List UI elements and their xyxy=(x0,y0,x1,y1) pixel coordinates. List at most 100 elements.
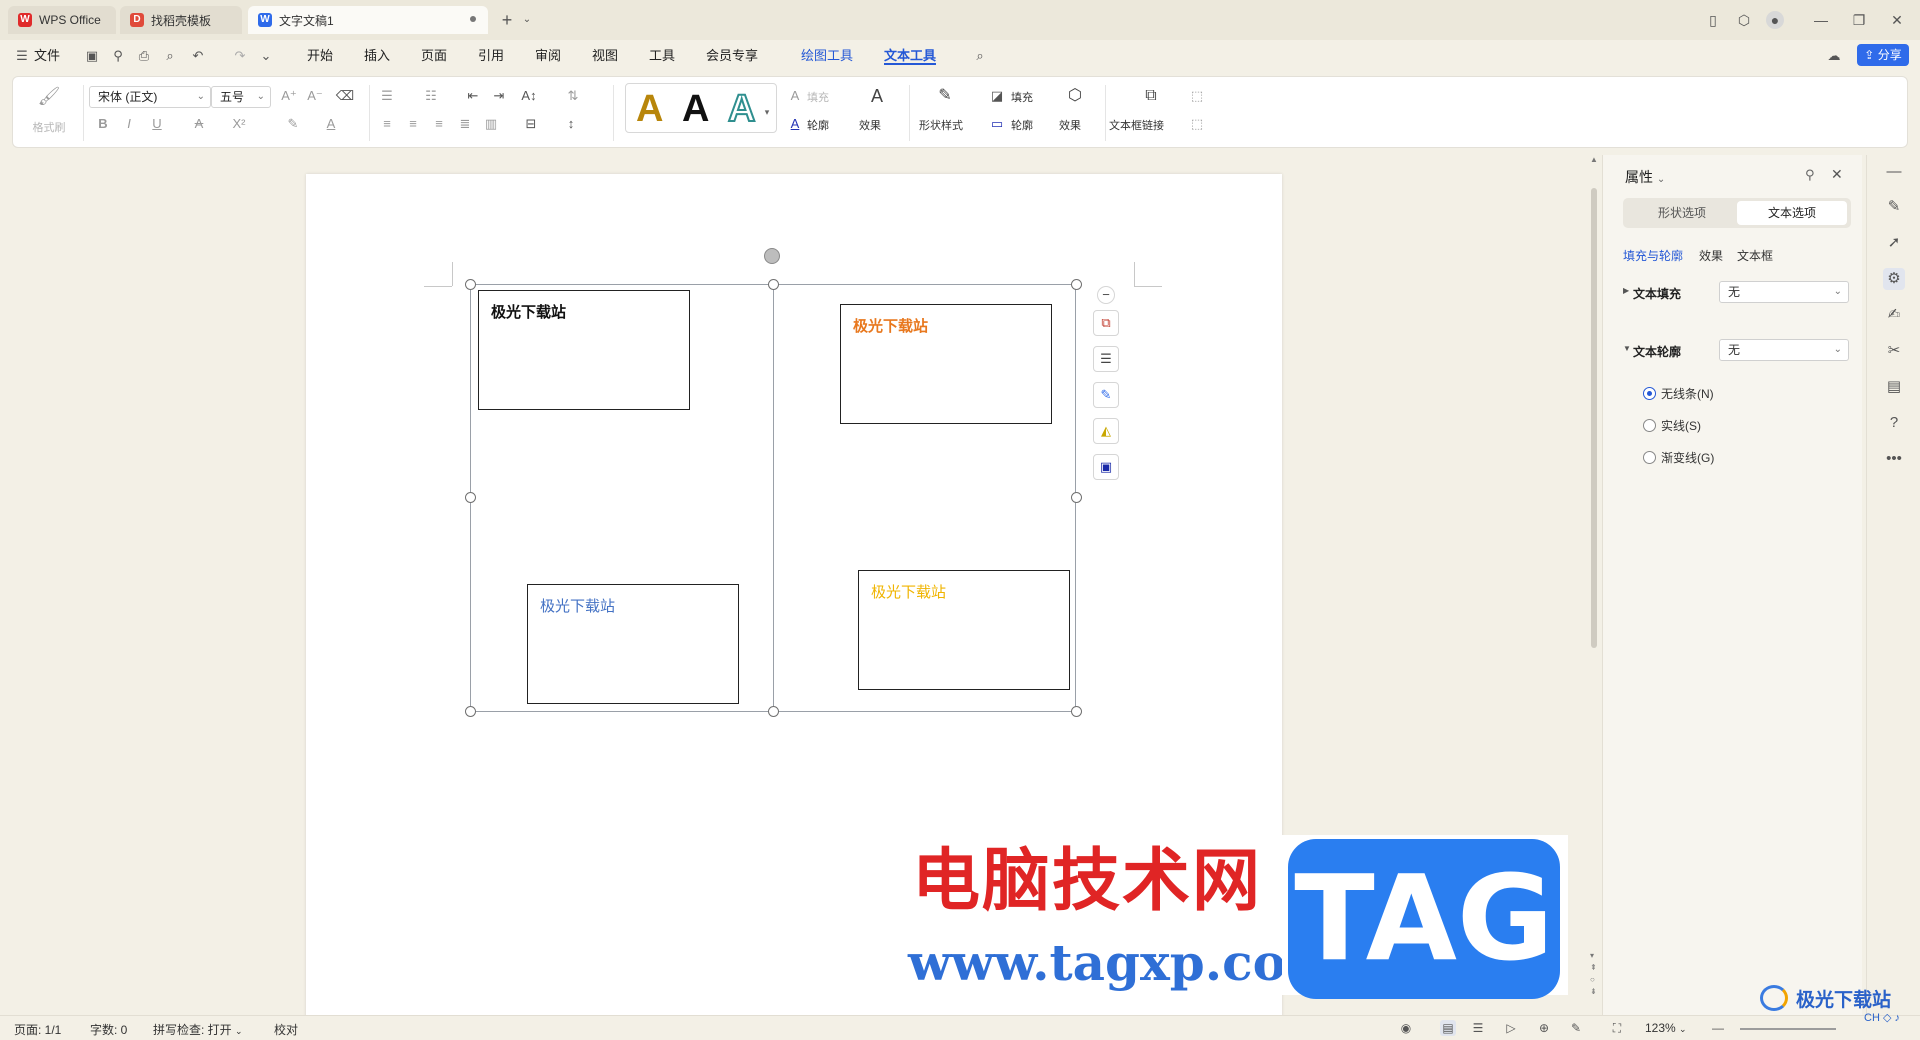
strikethrough-icon[interactable]: A xyxy=(189,115,209,133)
cube-icon[interactable]: ⬡ xyxy=(1735,11,1753,29)
shrink-font-icon[interactable]: A⁻ xyxy=(305,87,325,105)
tab-shape-options[interactable]: 形状选项 xyxy=(1627,201,1737,225)
decrease-indent-icon[interactable]: ⇤ xyxy=(463,87,483,105)
text-box-text[interactable]: 极光下载站 xyxy=(853,315,928,336)
tab-docer-templates[interactable]: D 找稻壳模板 xyxy=(120,6,242,34)
menu-text-tools[interactable]: 文本工具 xyxy=(884,47,937,65)
resize-handle[interactable] xyxy=(768,706,779,717)
text-outline-label[interactable]: 轮廓 xyxy=(807,117,829,133)
search-icon[interactable]: ⌕ xyxy=(972,48,988,64)
textbox-link-icon[interactable]: ⧉ xyxy=(1141,87,1161,105)
underline-icon[interactable]: U xyxy=(147,115,167,133)
text-direction-icon[interactable]: A↕ xyxy=(519,87,539,105)
scroll-up-icon[interactable]: ▲ xyxy=(1590,155,1598,164)
zoom-out-icon[interactable]: — xyxy=(1710,1020,1726,1036)
sort-icon[interactable]: ⇅ xyxy=(563,87,583,105)
layer-order-icon[interactable]: ⧉ xyxy=(1093,310,1119,336)
resize-handle[interactable] xyxy=(1071,492,1082,503)
print-icon[interactable]: ⎙ xyxy=(136,48,152,64)
text-box-2[interactable]: 极光下载站 xyxy=(840,304,1052,424)
text-outline-icon[interactable]: A xyxy=(785,115,805,133)
menu-tools[interactable]: 工具 xyxy=(649,47,675,65)
text-fill-select[interactable]: 无 ⌄ xyxy=(1719,281,1849,303)
highlight-icon[interactable]: ✎ xyxy=(283,115,303,133)
bullets-icon[interactable]: ☰ xyxy=(377,87,397,105)
minimize-icon[interactable]: — xyxy=(1812,11,1830,29)
page-view-icon[interactable]: ▤ xyxy=(1440,1020,1456,1036)
wordart-style-black[interactable]: A xyxy=(682,88,709,130)
play-icon[interactable]: ▷ xyxy=(1503,1020,1519,1036)
menu-insert[interactable]: 插入 xyxy=(364,47,390,65)
shape-effect-icon[interactable]: ⬡ xyxy=(1065,87,1085,105)
eye-protection-icon[interactable]: ◉ xyxy=(1398,1020,1414,1036)
text-box-1[interactable]: 极光下载站 xyxy=(478,290,690,410)
scrollbar-thumb[interactable] xyxy=(1591,188,1597,648)
expand-arrow-icon[interactable]: ▶ xyxy=(1623,286,1629,295)
menu-home[interactable]: 开始 xyxy=(307,47,333,65)
font-size-select[interactable]: 五号 ⌄ xyxy=(211,86,271,108)
text-fill-icon[interactable]: A xyxy=(785,87,805,105)
gallery-expand-icon[interactable]: ▾ xyxy=(757,103,777,121)
collapse-toolbar-button[interactable]: − xyxy=(1097,286,1115,304)
menu-review[interactable]: 审阅 xyxy=(535,47,561,65)
resize-handle[interactable] xyxy=(1071,279,1082,290)
radio-solid-line[interactable]: 实线(S) xyxy=(1643,417,1701,434)
scroll-nav-icon[interactable]: ▾ ⇞ ○ ⇟ xyxy=(1590,950,1597,998)
text-effect-label[interactable]: 效果 xyxy=(859,117,881,133)
web-view-icon[interactable]: ⊕ xyxy=(1536,1020,1552,1036)
tab-wps-office[interactable]: W WPS Office xyxy=(8,6,116,34)
help-icon[interactable]: ? xyxy=(1883,412,1905,434)
radio-icon[interactable] xyxy=(1643,419,1656,432)
undo-icon[interactable]: ↶ xyxy=(190,48,206,64)
avatar[interactable]: ● xyxy=(1766,11,1784,29)
shape-style-icon[interactable]: ✎ xyxy=(935,87,955,105)
link-icon[interactable]: ⚲ xyxy=(110,48,126,64)
pen-mode-icon[interactable]: ✎ xyxy=(1568,1020,1584,1036)
menu-file[interactable]: 文件 xyxy=(34,47,60,65)
subtab-fill-outline[interactable]: 填充与轮廓 xyxy=(1623,247,1683,264)
menu-member[interactable]: 会员专享 xyxy=(706,47,758,65)
subtab-textbox[interactable]: 文本框 xyxy=(1737,247,1773,264)
reading-icon[interactable]: ▤ xyxy=(1883,376,1905,398)
edit-pen-icon[interactable]: ✎ xyxy=(1093,382,1119,408)
outline-box-icon[interactable]: ▣ xyxy=(1093,454,1119,480)
align-left-icon[interactable]: ≡ xyxy=(377,115,397,133)
proofread-button[interactable]: 校对 xyxy=(274,1021,298,1038)
bold-icon[interactable]: B xyxy=(93,115,113,133)
clear-format-icon[interactable]: ⌫ xyxy=(335,87,355,105)
create-link-icon[interactable]: ⬚ xyxy=(1187,87,1207,105)
align-center-icon[interactable]: ≡ xyxy=(403,115,423,133)
pen-edit-icon[interactable]: ✎ xyxy=(1883,196,1905,218)
superscript-icon[interactable]: X² xyxy=(229,115,249,133)
resize-handle[interactable] xyxy=(465,706,476,717)
wordart-style-gold[interactable]: A xyxy=(636,88,663,130)
radio-no-line[interactable]: 无线条(N) xyxy=(1643,385,1714,402)
grow-font-icon[interactable]: A⁺ xyxy=(279,87,299,105)
more-dropdown-icon[interactable]: ⌄ xyxy=(258,48,274,64)
properties-sliders-icon[interactable]: ⚙ xyxy=(1883,268,1905,290)
tools-icon[interactable]: ✂ xyxy=(1883,340,1905,362)
close-pane-icon[interactable]: ✕ xyxy=(1831,166,1843,183)
radio-icon[interactable] xyxy=(1643,451,1656,464)
page-count[interactable]: 页面: 1/1 xyxy=(14,1021,61,1038)
spell-check-toggle[interactable]: 拼写检查: 打开 ⌄ xyxy=(153,1021,243,1038)
new-tab-button[interactable]: + xyxy=(498,11,516,29)
shape-fill-label[interactable]: 填充 xyxy=(1011,89,1033,105)
numbering-icon[interactable]: ☷ xyxy=(421,87,441,105)
justify-icon[interactable]: ≣ xyxy=(455,115,475,133)
vertical-scrollbar[interactable]: ▲ ▾ ⇞ ○ ⇟ xyxy=(1588,155,1598,1015)
text-outline-select[interactable]: 无 ⌄ xyxy=(1719,339,1849,361)
collapse-arrow-icon[interactable]: ▼ xyxy=(1623,344,1631,353)
text-effect-icon[interactable]: A xyxy=(865,87,889,109)
menu-view[interactable]: 视图 xyxy=(592,47,618,65)
zoom-level[interactable]: 123% ⌄ xyxy=(1645,1021,1687,1035)
cloud-icon[interactable]: ☁ xyxy=(1826,48,1842,64)
pin-icon[interactable]: ⚲ xyxy=(1805,167,1815,183)
shape-outline-icon[interactable]: ▭ xyxy=(987,115,1007,133)
text-box-text[interactable]: 极光下载站 xyxy=(491,301,566,322)
unsaved-dot-icon[interactable] xyxy=(470,16,476,22)
word-count[interactable]: 字数: 0 xyxy=(90,1021,127,1038)
italic-icon[interactable]: I xyxy=(119,115,139,133)
shape-style-label[interactable]: 形状样式 xyxy=(919,117,963,133)
rotate-handle[interactable] xyxy=(764,248,780,264)
